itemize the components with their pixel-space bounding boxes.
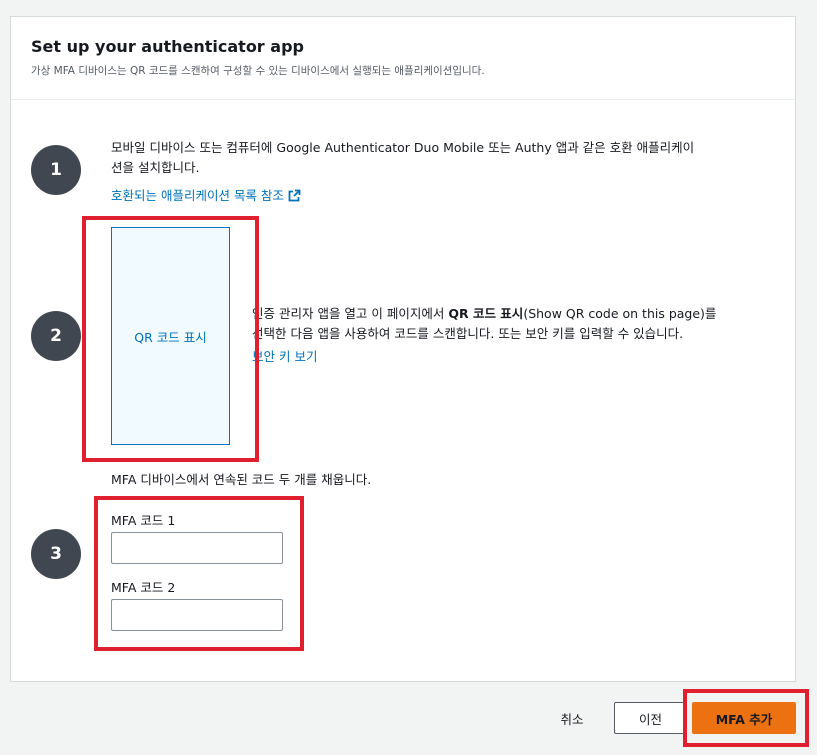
- step-2-text-line1: 인증 관리자 앱을 열고 이 페이지에서 QR 코드 표시(Show QR co…: [252, 304, 782, 324]
- step-2-number: 2: [31, 311, 81, 361]
- compatible-apps-link-label: 호환되는 애플리케이션 목록 참조: [111, 188, 284, 203]
- step-2-text-before: 인증 관리자 앱을 열고 이 페이지에서: [252, 306, 449, 321]
- page-title: Set up your authenticator app: [31, 37, 304, 56]
- step-2-text: 인증 관리자 앱을 열고 이 페이지에서 QR 코드 표시(Show QR co…: [252, 304, 782, 344]
- panel-header: Set up your authenticator app 가상 MFA 디바이…: [11, 17, 795, 100]
- external-link-icon: [288, 189, 301, 202]
- add-mfa-highlight-box: [683, 689, 809, 747]
- show-secret-key-link[interactable]: 보안 키 보기: [252, 346, 317, 365]
- step-1-text-line2: 션을 설치합니다.: [111, 160, 200, 175]
- step-2-text-bold: QR 코드 표시: [448, 306, 524, 321]
- step-3-intro: MFA 디바이스에서 연속된 코드 두 개를 채웁니다.: [111, 472, 372, 487]
- step-2-text-line2: 선택한 다음 앱을 사용하여 코드를 스캔합니다. 또는 보안 키를 입력할 수…: [252, 326, 684, 341]
- previous-button[interactable]: 이전: [614, 702, 687, 734]
- step-2-text-after: (Show QR code on this page)를: [523, 306, 717, 321]
- step-3-number: 3: [31, 529, 81, 579]
- mfa-codes-highlight-box: [94, 496, 304, 651]
- step-1-text: 모바일 디바이스 또는 컴퓨터에 Google Authenticator Du…: [111, 138, 776, 178]
- cancel-button[interactable]: 취소: [546, 702, 598, 734]
- step-1-text-line1: 모바일 디바이스 또는 컴퓨터에 Google Authenticator Du…: [111, 140, 695, 155]
- qr-highlight-box: [82, 216, 259, 462]
- compatible-apps-link[interactable]: 호환되는 애플리케이션 목록 참조: [111, 185, 301, 204]
- page-subtitle: 가상 MFA 디바이스는 QR 코드를 스캔하여 구성할 수 있는 디바이스에서…: [31, 65, 485, 77]
- step-1-number: 1: [31, 145, 81, 195]
